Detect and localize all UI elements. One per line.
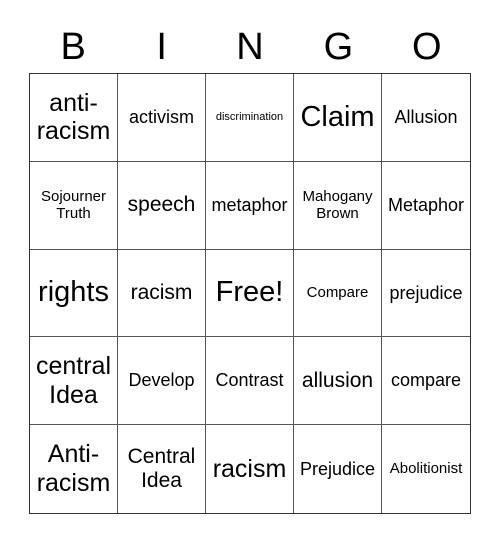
bingo-cell[interactable]: Metaphor	[382, 162, 470, 250]
bingo-cell[interactable]: Abolitionist	[382, 425, 470, 513]
bingo-cell[interactable]: allusion	[294, 337, 382, 426]
bingo-cell[interactable]: Contrast	[206, 337, 294, 426]
bingo-cell[interactable]: Allusion	[382, 74, 470, 162]
free-space-cell[interactable]: Free!	[206, 249, 294, 338]
header-letter-b: B	[60, 26, 86, 68]
bingo-cell[interactable]: Anti-racism	[30, 425, 118, 513]
bingo-cell[interactable]: activism	[118, 74, 206, 162]
header-letter-n: N	[236, 26, 264, 68]
bingo-board: anti-racism activism discrimination Claim Al…	[29, 73, 471, 514]
bingo-cell[interactable]: Prejudice	[294, 425, 382, 513]
bingo-cell[interactable]: Compare	[294, 249, 382, 338]
bingo-header: B I N G O	[29, 22, 471, 72]
header-letter-i: I	[156, 26, 167, 68]
header-letter-o: O	[412, 26, 442, 68]
bingo-cell[interactable]: compare	[382, 337, 470, 426]
bingo-cell[interactable]: metaphor	[206, 161, 294, 250]
bingo-cell[interactable]: Claim	[294, 74, 382, 162]
bingo-cell[interactable]: rights	[30, 249, 118, 338]
bingo-cell[interactable]: racism	[118, 249, 206, 338]
bingo-cell[interactable]: Sojourner Truth	[30, 161, 118, 250]
bingo-cell[interactable]: central Idea	[30, 337, 118, 426]
bingo-cell[interactable]: Mahogany Brown	[294, 161, 382, 250]
bingo-cell[interactable]: Develop	[118, 337, 206, 426]
header-letter-g: G	[323, 26, 354, 68]
bingo-cell[interactable]: Central Idea	[118, 425, 206, 513]
bingo-cell[interactable]: prejudice	[382, 250, 470, 338]
bingo-cell[interactable]: anti-racism	[30, 74, 118, 162]
bingo-cell[interactable]: speech	[118, 161, 206, 250]
bingo-cell[interactable]: discrimination	[206, 74, 294, 162]
bingo-cell[interactable]: racism	[206, 425, 294, 513]
